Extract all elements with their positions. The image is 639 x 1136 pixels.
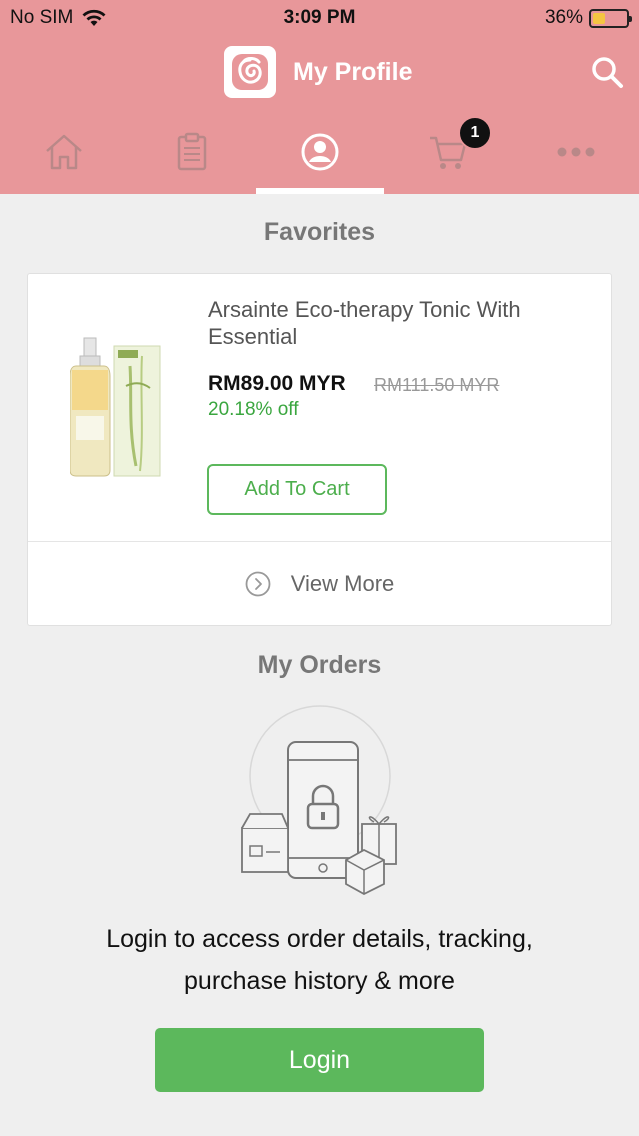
status-bar: No SIM 3:09 PM 36%	[0, 0, 639, 36]
search-icon	[592, 57, 623, 88]
product-old-price: RM111.50 MYR	[374, 375, 500, 395]
add-to-cart-button[interactable]: Add To Cart	[207, 464, 387, 515]
tab-orders[interactable]	[128, 120, 256, 194]
favorites-card: Arsainte Eco-therapy Tonic With Essentia…	[27, 273, 612, 626]
page-title: My Profile	[293, 58, 413, 86]
view-more-label: View More	[290, 571, 395, 596]
view-more-button[interactable]: View More	[28, 542, 611, 626]
app-header: No SIM 3:09 PM 36% My Profile 1	[0, 0, 639, 194]
home-icon	[46, 134, 82, 170]
chevron-right-circle-icon	[245, 571, 271, 597]
title-bar: My Profile	[0, 44, 639, 100]
tab-profile[interactable]	[256, 120, 384, 194]
battery-fill	[593, 12, 605, 24]
battery-icon	[589, 8, 632, 28]
clipboard-icon	[177, 132, 207, 171]
status-time: 3:09 PM	[283, 7, 356, 28]
rose-logo-icon	[232, 54, 268, 90]
product-image[interactable]	[70, 336, 170, 486]
tab-home[interactable]	[0, 120, 128, 194]
tab-cart[interactable]	[384, 120, 512, 194]
login-message-line2: purchase history & more	[184, 967, 455, 995]
favorites-heading: Favorites	[263, 218, 376, 246]
product-price: RM89.00 MYR	[208, 372, 346, 395]
product-name[interactable]: Arsainte Eco-therapy Tonic With Essentia…	[208, 296, 588, 350]
orders-heading: My Orders	[257, 651, 382, 679]
cart-badge: 1	[458, 116, 492, 150]
tab-bar	[0, 120, 639, 194]
search-button[interactable]	[589, 54, 625, 90]
login-button[interactable]: Login	[155, 1028, 484, 1092]
product-discount: 20.18% off	[208, 399, 299, 420]
active-tab-indicator	[256, 188, 384, 194]
battery-percent: 36%	[544, 7, 583, 28]
locked-phone-illustration	[241, 705, 397, 896]
status-right: 36%	[544, 7, 632, 29]
login-message: Login to access order details, tracking,…	[0, 918, 639, 1002]
login-message-line1: Login to access order details, tracking,	[106, 925, 533, 953]
app-logo	[224, 46, 276, 98]
more-icon	[557, 147, 595, 157]
profile-icon	[301, 133, 339, 171]
tab-more[interactable]	[512, 120, 639, 194]
